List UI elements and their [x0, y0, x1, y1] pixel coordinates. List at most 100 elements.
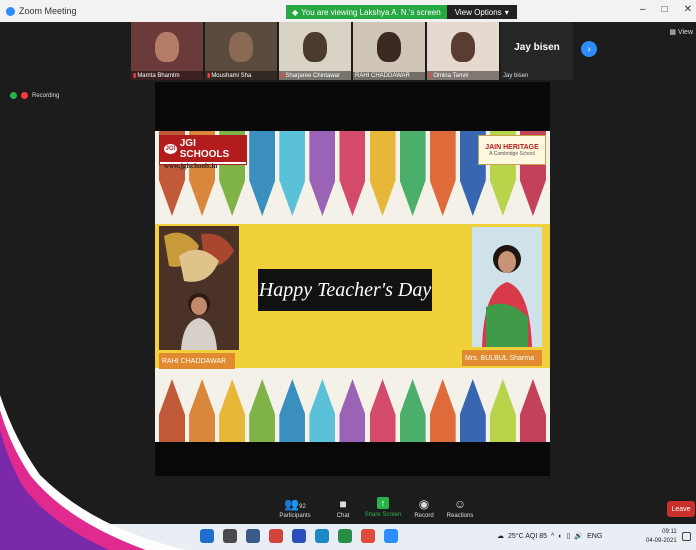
- clock-time: 09:11: [662, 529, 677, 535]
- participant-name-tile[interactable]: Jay bisen Jay bisen: [501, 22, 573, 80]
- next-page-button[interactable]: ›: [581, 41, 597, 57]
- participant-name: Mamta Bhamtm: [137, 73, 180, 79]
- pencil-graphic: [489, 379, 516, 442]
- pencil-graphic: [369, 379, 396, 442]
- participant-name: Sharjaree Chintawar: [285, 73, 341, 79]
- view-label: View: [677, 29, 693, 36]
- logo-bar: JGI JGI SCHOOLS: [160, 136, 246, 162]
- zoom-window: Zoom Meeting ◆ You are viewing Lakshya A…: [0, 0, 696, 550]
- participant-label: RAHI CHADDAWAR: [353, 72, 425, 80]
- participant-video: [229, 32, 253, 62]
- pencil-graphic: [219, 379, 246, 442]
- pencil-graphic: [159, 379, 185, 442]
- recording-label: Recording: [32, 92, 60, 99]
- maximize-icon[interactable]: □: [662, 4, 668, 15]
- start-icon[interactable]: [200, 529, 214, 543]
- share-screen-button[interactable]: ↑ Share Screen: [361, 497, 405, 518]
- zoom-logo-icon: [6, 6, 15, 16]
- chevron-down-icon: ▾: [504, 7, 509, 17]
- participant-tile[interactable]: ▮Sharjaree Chintawar: [279, 22, 351, 80]
- participant-label: ▮Sharjaree Chintawar: [279, 71, 351, 80]
- participant-tile[interactable]: ▮Omina Tanvir: [427, 22, 499, 80]
- pencil-graphic: [279, 131, 306, 216]
- excel-icon[interactable]: [338, 529, 352, 543]
- participant-count: 92: [299, 504, 306, 510]
- pencil-graphic: [309, 379, 336, 442]
- pencil-graphic: [519, 379, 546, 442]
- volume-icon[interactable]: 🔊: [574, 532, 583, 540]
- participants-button[interactable]: 👥92 Participants: [273, 497, 317, 519]
- participants-label: Participants: [279, 513, 311, 519]
- pencil-graphic: [429, 131, 456, 216]
- close-icon[interactable]: ✕: [684, 4, 692, 15]
- participant-video: [377, 32, 401, 62]
- mic-muted-icon: ▮: [133, 73, 137, 79]
- pencil-graphic: [249, 131, 276, 216]
- record-label: Record: [414, 513, 434, 519]
- teacher-name-tag: Mrs. BULBUL Sharma: [462, 350, 542, 366]
- zoom-taskbar-icon[interactable]: [384, 529, 398, 543]
- leave-button[interactable]: Leave: [667, 501, 695, 517]
- window-controls: – □ ✕: [640, 4, 692, 15]
- logo-text: JAIN HERITAGE: [485, 144, 539, 151]
- view-options-label: View Options: [454, 7, 502, 17]
- pencil-graphic: [339, 379, 366, 442]
- share-message: You are viewing Lakshya A. N.'s screen: [301, 7, 441, 17]
- windows-taskbar: ☁ 25°C AQI 85 ^ ◐ ▯ 🔊 ENG 09:11 04-09-20…: [0, 524, 696, 550]
- pencil-graphic: [459, 379, 486, 442]
- reactions-button[interactable]: ☺ Reactions: [438, 497, 482, 519]
- pencil-graphic: [279, 379, 306, 442]
- mic-muted-icon: ▮: [281, 73, 285, 79]
- participant-big-name: Jay bisen: [514, 42, 560, 53]
- system-tray: ☁ 25°C AQI 85 ^ ◐ ▯ 🔊 ENG: [497, 532, 602, 541]
- pencil-graphic: [369, 131, 396, 216]
- edge-icon[interactable]: [315, 529, 329, 543]
- chat-button[interactable]: ■ Chat: [321, 497, 365, 519]
- clock-date: 04-09-2021: [646, 538, 677, 544]
- notification-icon[interactable]: [682, 532, 691, 541]
- office-icon[interactable]: [269, 529, 283, 543]
- participant-video: [451, 32, 475, 62]
- files-icon[interactable]: [246, 529, 260, 543]
- reactions-label: Reactions: [446, 513, 474, 519]
- share-screen-label: Share Screen: [364, 512, 402, 518]
- view-button[interactable]: ▦ View: [669, 28, 693, 36]
- mic-muted-icon: ▮: [207, 73, 211, 79]
- jgi-schools-logo: JGI JGI SCHOOLS www.jgischools.in: [159, 135, 247, 170]
- pencil-graphic: [189, 379, 216, 442]
- view-options-button[interactable]: View Options ▾: [446, 5, 517, 19]
- network-icon[interactable]: ▯: [567, 532, 571, 540]
- chrome-icon[interactable]: [361, 529, 375, 543]
- security-shield-icon: [10, 92, 17, 99]
- record-dot-icon: [21, 92, 28, 99]
- share-banner: ◆ You are viewing Lakshya A. N.'s screen…: [286, 5, 517, 19]
- student-photo-graphic: [159, 226, 239, 350]
- jgi-badge: JGI: [164, 144, 177, 154]
- minimize-icon[interactable]: –: [640, 4, 646, 15]
- word-icon[interactable]: [292, 529, 306, 543]
- participant-tile[interactable]: ▮Moushami Sha: [205, 22, 277, 80]
- logo-text: JGI SCHOOLS: [179, 138, 230, 160]
- slide-card: JGI JGI SCHOOLS www.jgischools.in JAIN HE…: [155, 131, 550, 442]
- participant-label: ▮Omina Tanvir: [427, 71, 499, 80]
- taskbar-icons: [200, 529, 398, 543]
- pencil-graphic: [399, 379, 426, 442]
- shield-icon: ◆: [292, 7, 299, 17]
- participant-label: ▮Moushami Sha: [205, 71, 277, 80]
- participant-tile[interactable]: RAHI CHADDAWAR: [353, 22, 425, 80]
- participant-label: ▮Mamta Bhamtm: [131, 71, 203, 80]
- pencil-graphic: [339, 131, 366, 216]
- language-indicator[interactable]: ENG: [587, 533, 602, 540]
- store-icon[interactable]: [223, 529, 237, 543]
- share-status: ◆ You are viewing Lakshya A. N.'s screen: [286, 5, 447, 19]
- pencil-row-bottom: [155, 379, 550, 442]
- tray-app-icon[interactable]: ◐: [558, 533, 562, 540]
- participant-name: Moushami Sha: [211, 73, 252, 79]
- greeting-banner: Happy Teacher's Day: [258, 269, 432, 311]
- share-arrow-icon: ↑: [377, 497, 389, 509]
- clock[interactable]: 09:11 04-09-2021: [646, 528, 677, 546]
- participant-small-name: Jay bisen: [503, 73, 529, 79]
- chevron-up-icon[interactable]: ^: [551, 533, 554, 540]
- participant-tile[interactable]: ▮Mamta Bhamtm: [131, 22, 203, 80]
- title-bar: Zoom Meeting ◆ You are viewing Lakshya A…: [0, 0, 696, 22]
